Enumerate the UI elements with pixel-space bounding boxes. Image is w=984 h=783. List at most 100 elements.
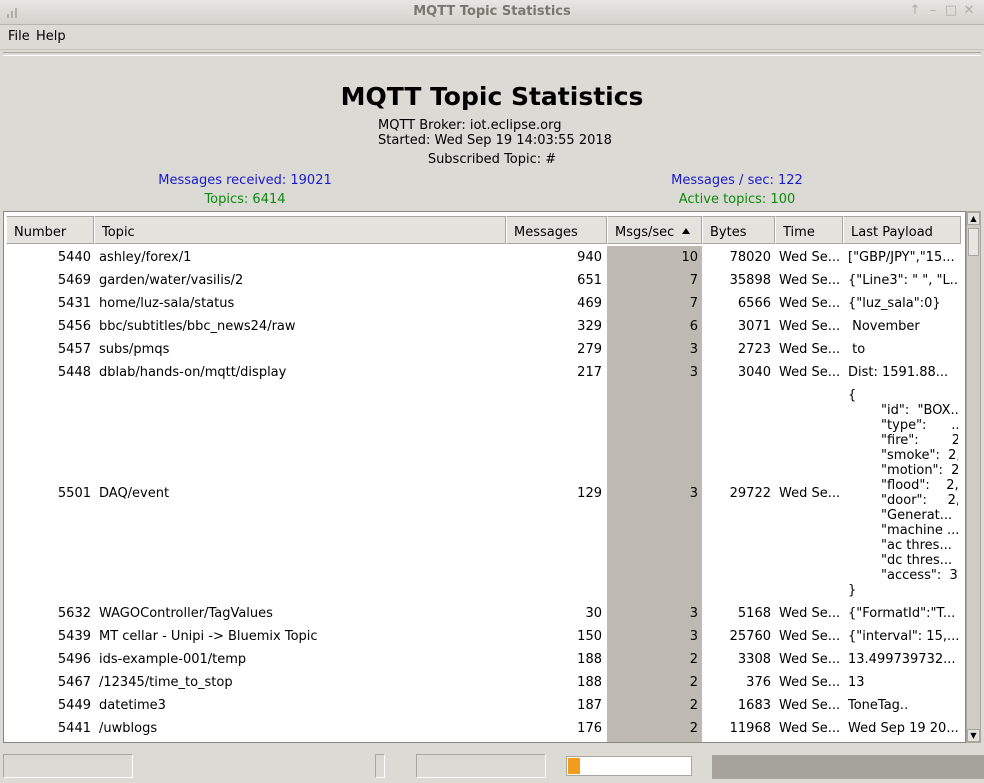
cell-messages: 217	[577, 365, 602, 380]
menu-file[interactable]: File	[8, 29, 30, 44]
cell-bytes: 5168	[737, 606, 771, 621]
column-header-number[interactable]: Number	[6, 216, 94, 244]
cell-bytes: 3308	[737, 652, 771, 667]
cell-msgs-sec: 10	[681, 250, 698, 265]
cell-time: Wed Se...	[779, 273, 841, 288]
cell-number: 5457	[57, 342, 91, 357]
table-row[interactable]: 5449 datetime3 187 2 1683 Wed Se... ToneTag..	[4, 694, 965, 717]
separator	[3, 52, 981, 56]
cell-last-payload: ToneTag..	[848, 698, 909, 713]
cell-last-payload: { "id": "BOX... "type": ... "fire": 2, "…	[848, 388, 958, 598]
cell-msgs-sec: 7	[689, 273, 698, 288]
table-row[interactable]: 5496 ids-example-001/temp 188 2 3308 Wed Se..…	[4, 648, 965, 671]
cell-number: 5467	[57, 675, 91, 690]
cell-last-payload: 13	[848, 675, 865, 690]
table-row[interactable]: 5469 garden/water/vasilis/2 651 7 35898 Wed S…	[4, 269, 965, 292]
cell-last-payload: to	[848, 342, 866, 357]
sort-ascending-icon	[682, 228, 691, 234]
cell-time: Wed Se...	[779, 652, 841, 667]
table-row[interactable]: 5448 dblab/hands-on/mqtt/display 217 3 3040 W…	[4, 361, 965, 384]
cell-topic: MT cellar - Unipi -> Bluemix Topic	[99, 629, 318, 644]
broker-label: MQTT Broker: iot.eclipse.org	[378, 118, 562, 133]
cell-time: Wed Se...	[779, 319, 841, 334]
topic-table[interactable]: Number Topic Messages Msgs/sec Bytes Tim…	[3, 211, 966, 743]
cell-messages: 187	[577, 698, 602, 713]
table-row[interactable]: 5467/12345/time_to_stop 188 2 376 Wed Se... 1…	[4, 671, 965, 694]
cell-bytes: 78020	[729, 250, 771, 265]
close-icon[interactable]: ✕	[962, 3, 976, 18]
table-row[interactable]: 5501 DAQ/event 129 3 29722 Wed Se... { "id": "…	[4, 384, 965, 602]
cell-bytes: 6566	[737, 296, 771, 311]
table-row[interactable]: 5632 WAGOController/TagValues 30 3 5168 Wed S…	[4, 602, 965, 625]
cell-bytes: 11968	[729, 721, 771, 736]
column-header-last-payload[interactable]: Last Payload	[843, 216, 961, 244]
scrollbar-thumb[interactable]	[968, 228, 979, 256]
progress-fill	[568, 758, 581, 774]
cell-msgs-sec: 3	[689, 606, 698, 621]
cell-bytes: 3040	[737, 365, 771, 380]
cell-messages: 30	[585, 606, 602, 621]
scroll-down-icon[interactable]: ▼	[967, 729, 980, 742]
cell-msgs-sec: 3	[689, 342, 698, 357]
status-field-2	[375, 754, 385, 778]
cell-number: 5440	[57, 250, 91, 265]
window-title: MQTT Topic Statistics	[413, 4, 571, 19]
cell-messages: 279	[577, 342, 602, 357]
scroll-up-icon[interactable]: ▲	[967, 212, 980, 225]
table-row[interactable]: 5431 home/luz-sala/status 469 7 6566 Wed Se..…	[4, 292, 965, 315]
cell-number: 5441	[57, 721, 91, 736]
cell-last-payload: Dist: 1591.88...	[848, 365, 949, 380]
cell-topic: WAGOController/TagValues	[99, 606, 273, 621]
cell-topic: ids-example-001/temp	[99, 652, 247, 667]
column-header-topic[interactable]: Topic	[94, 216, 506, 244]
cell-number: 5456	[57, 319, 91, 334]
cell-topic: bbc/subtitles/bbc_news24/raw	[99, 319, 296, 334]
minimize-icon[interactable]: –	[926, 3, 940, 18]
cell-last-payload: {"interval": 15,...	[848, 629, 958, 644]
cell-topic: ashley/forex/1	[99, 250, 192, 265]
table-header: Number Topic Messages Msgs/sec Bytes Tim…	[4, 216, 965, 246]
started-label: Started: Wed Sep 19 14:03:55 2018	[378, 133, 612, 148]
table-row[interactable]: 5456 bbc/subtitles/bbc_news24/raw 329 6 3071…	[4, 315, 965, 338]
cell-time: Wed Se...	[779, 342, 841, 357]
column-header-time[interactable]: Time	[775, 216, 843, 244]
menubar: File Help	[0, 25, 984, 50]
cell-last-payload: {"Line3": " ", "L...	[848, 273, 958, 288]
column-header-bytes[interactable]: Bytes	[702, 216, 775, 244]
cell-topic: home/luz-sala/status	[99, 296, 235, 311]
cell-messages: 651	[577, 273, 602, 288]
cell-msgs-sec: 2	[689, 675, 698, 690]
window-titlebar[interactable]: MQTT Topic Statistics ↑ – □ ✕	[0, 0, 984, 25]
cell-time: Wed Se...	[779, 485, 841, 501]
cell-bytes: 25760	[729, 629, 771, 644]
cell-time: Wed Se...	[779, 721, 841, 736]
cell-messages: 150	[577, 629, 602, 644]
keep-above-icon[interactable]: ↑	[908, 3, 922, 18]
table-row[interactable]: 5441/uwblogs 176 2 11968 Wed Se... Wed Sep 19…	[4, 717, 965, 740]
cell-messages: 469	[577, 296, 602, 311]
messages-per-sec-label: Messages / sec: 122	[671, 173, 803, 188]
table-row[interactable]: 5439 MT cellar - Unipi -> Bluemix Topic 15…	[4, 625, 965, 648]
cell-msgs-sec: 2	[689, 721, 698, 736]
menu-help[interactable]: Help	[36, 29, 66, 44]
cell-topic: datetime3	[99, 698, 166, 713]
cell-msgs-sec: 6	[689, 319, 698, 334]
cell-messages: 940	[577, 250, 602, 265]
vertical-scrollbar[interactable]: ▲ ▼	[966, 211, 981, 743]
table-row[interactable]: 5440 ashley/forex/1 940 10 78020 Wed Se... ["G…	[4, 246, 965, 269]
cell-time: Wed Se...	[779, 365, 841, 380]
cell-time: Wed Se...	[779, 250, 841, 265]
cell-msgs-sec: 3	[689, 365, 698, 380]
table-row[interactable]: 5457 subs/pmqs 279 3 2723 Wed Se... to	[4, 338, 965, 361]
cell-number: 5449	[57, 698, 91, 713]
cell-bytes: 3071	[737, 319, 771, 334]
cell-bytes: 35898	[729, 273, 771, 288]
cell-time: Wed Se...	[779, 698, 841, 713]
cell-last-payload: {"FormatId":"T...	[848, 606, 956, 621]
cell-bytes: 376	[746, 675, 771, 690]
maximize-icon[interactable]: □	[944, 3, 958, 18]
cell-time: Wed Se...	[779, 296, 841, 311]
column-header-messages[interactable]: Messages	[506, 216, 607, 244]
cell-last-payload: ["GBP/JPY","15...	[848, 250, 955, 265]
column-header-msgs-sec[interactable]: Msgs/sec	[607, 216, 702, 244]
